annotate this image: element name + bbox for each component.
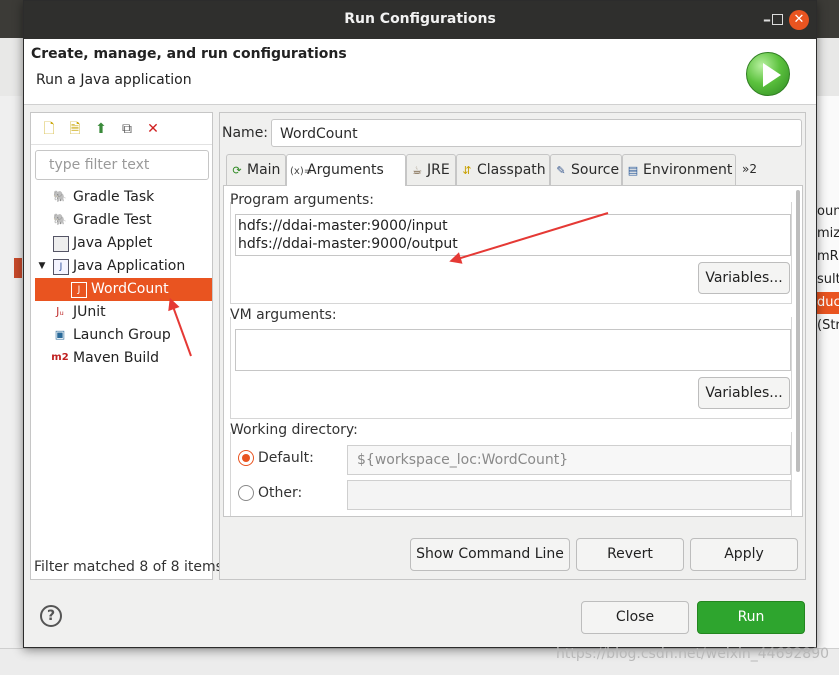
arguments-tab-icon: (x)=	[290, 166, 313, 177]
vm-variables-button[interactable]: Variables...	[698, 377, 790, 409]
default-radio[interactable]	[238, 450, 254, 466]
tree-item-gradle-test[interactable]: 🐘 Gradle Test	[31, 209, 212, 232]
close-icon[interactable]: ✕	[789, 10, 809, 30]
ide-left-highlight	[14, 258, 22, 278]
dialog-header: Create, manage, and run configurations R…	[24, 39, 816, 105]
tree-item-maven-build[interactable]: m2 Maven Build	[31, 347, 212, 370]
run-configurations-dialog: Run Configurations – ✕ Create, manage, a…	[23, 0, 817, 648]
watermark: https://blog.csdn.net/weixin_44692890	[556, 646, 830, 662]
environment-tab-icon: ▤	[627, 164, 639, 177]
program-arguments-textarea[interactable]: hdfs://ddai-master:9000/input hdfs://dda…	[235, 214, 791, 256]
filter-status: Filter matched 8 of 8 items	[34, 559, 223, 575]
tab-environment[interactable]: ▤ Environment	[622, 154, 736, 185]
new-prototype-icon[interactable]: 🗎	[65, 119, 85, 139]
maximize-icon[interactable]	[768, 10, 788, 30]
close-button[interactable]: Close	[581, 601, 689, 634]
chevron-down-icon[interactable]: ▼	[35, 259, 49, 273]
run-button[interactable]: Run	[697, 601, 805, 634]
other-label: Other:	[258, 485, 303, 501]
java-config-icon: J	[71, 282, 87, 298]
launch-group-icon: ▣	[54, 328, 66, 341]
tree-item-gradle-task[interactable]: 🐘 Gradle Task	[31, 186, 212, 209]
apply-button[interactable]: Apply	[690, 538, 798, 571]
tree-item-java-applet[interactable]: Java Applet	[31, 232, 212, 255]
header-subtitle: Run a Java application	[36, 72, 192, 88]
ide-right-text: ount	[817, 204, 839, 219]
other-directory-field[interactable]	[347, 480, 791, 510]
tab-classpath[interactable]: ⇵ Classpath	[456, 154, 550, 185]
default-directory-field: ${workspace_loc:WordCount}	[347, 445, 791, 475]
ide-right-text: duc	[817, 295, 839, 310]
ide-right-text: mize	[817, 226, 839, 241]
default-label: Default:	[258, 450, 314, 466]
jre-tab-icon: ☕	[412, 164, 422, 177]
run-logo-icon	[746, 52, 790, 96]
header-title: Create, manage, and run configurations	[31, 46, 347, 62]
filter-input[interactable]: type filter text	[35, 150, 209, 180]
main-tab-icon: ⟳	[232, 164, 242, 177]
config-tabs: ⟳ Main (x)=Arguments ☕ JRE ⇵ Classpath ✎ Sou…	[226, 154, 802, 186]
title-bar[interactable]: Run Configurations – ✕	[24, 1, 816, 39]
revert-button[interactable]: Revert	[576, 538, 684, 571]
duplicate-config-icon[interactable]: ⧉	[117, 119, 137, 139]
vm-arguments-textarea[interactable]	[235, 329, 791, 371]
ide-right-text: (Str	[817, 318, 839, 333]
junit-icon: Jᵤ	[56, 305, 64, 318]
tab-overflow[interactable]: »2	[738, 154, 802, 185]
java-applet-icon	[53, 236, 69, 252]
ide-left-strip	[0, 96, 22, 656]
delete-config-icon[interactable]: ✕	[143, 119, 163, 139]
name-field[interactable]: WordCount	[271, 119, 802, 147]
tree-item-junit[interactable]: Jᵤ JUnit	[31, 301, 212, 324]
program-variables-button[interactable]: Variables...	[698, 262, 790, 294]
overflow-tabs-icon: »2	[742, 162, 757, 176]
ide-right-text: mR	[817, 249, 839, 264]
config-toolbar: 🗋 🗎 ⬆ ⧉ ✕	[31, 113, 212, 145]
classpath-tab-icon: ⇵	[462, 164, 472, 177]
tab-source[interactable]: ✎ Source	[550, 154, 622, 185]
tab-jre[interactable]: ☕ JRE	[406, 154, 456, 185]
window-title: Run Configurations	[344, 11, 496, 27]
new-config-icon[interactable]: 🗋	[39, 119, 59, 139]
tab-arguments[interactable]: (x)=Arguments	[286, 154, 406, 186]
ide-right-panel	[816, 96, 839, 656]
show-command-line-button[interactable]: Show Command Line	[410, 538, 570, 571]
scrollbar-thumb[interactable]	[796, 190, 800, 472]
other-radio[interactable]	[238, 485, 254, 501]
name-label: Name:	[222, 125, 269, 141]
gradle-icon: 🐘	[53, 190, 67, 203]
java-application-icon: J	[53, 259, 69, 275]
help-icon[interactable]: ?	[40, 605, 62, 627]
arguments-tab-content: Program arguments: hdfs://ddai-master:90…	[223, 185, 803, 517]
tab-main[interactable]: ⟳ Main	[226, 154, 286, 185]
tree-item-java-application[interactable]: ▼ J Java Application	[31, 255, 212, 278]
export-config-icon[interactable]: ⬆	[91, 119, 111, 139]
configuration-editor: Name: WordCount ⟳ Main (x)=Arguments ☕ JRE…	[219, 112, 806, 580]
ide-right-text: sult	[817, 272, 839, 287]
tree-item-wordcount[interactable]: J WordCount	[35, 278, 212, 301]
gradle-icon: 🐘	[53, 213, 67, 226]
maven-icon: m2	[51, 352, 69, 363]
source-tab-icon: ✎	[556, 164, 566, 177]
